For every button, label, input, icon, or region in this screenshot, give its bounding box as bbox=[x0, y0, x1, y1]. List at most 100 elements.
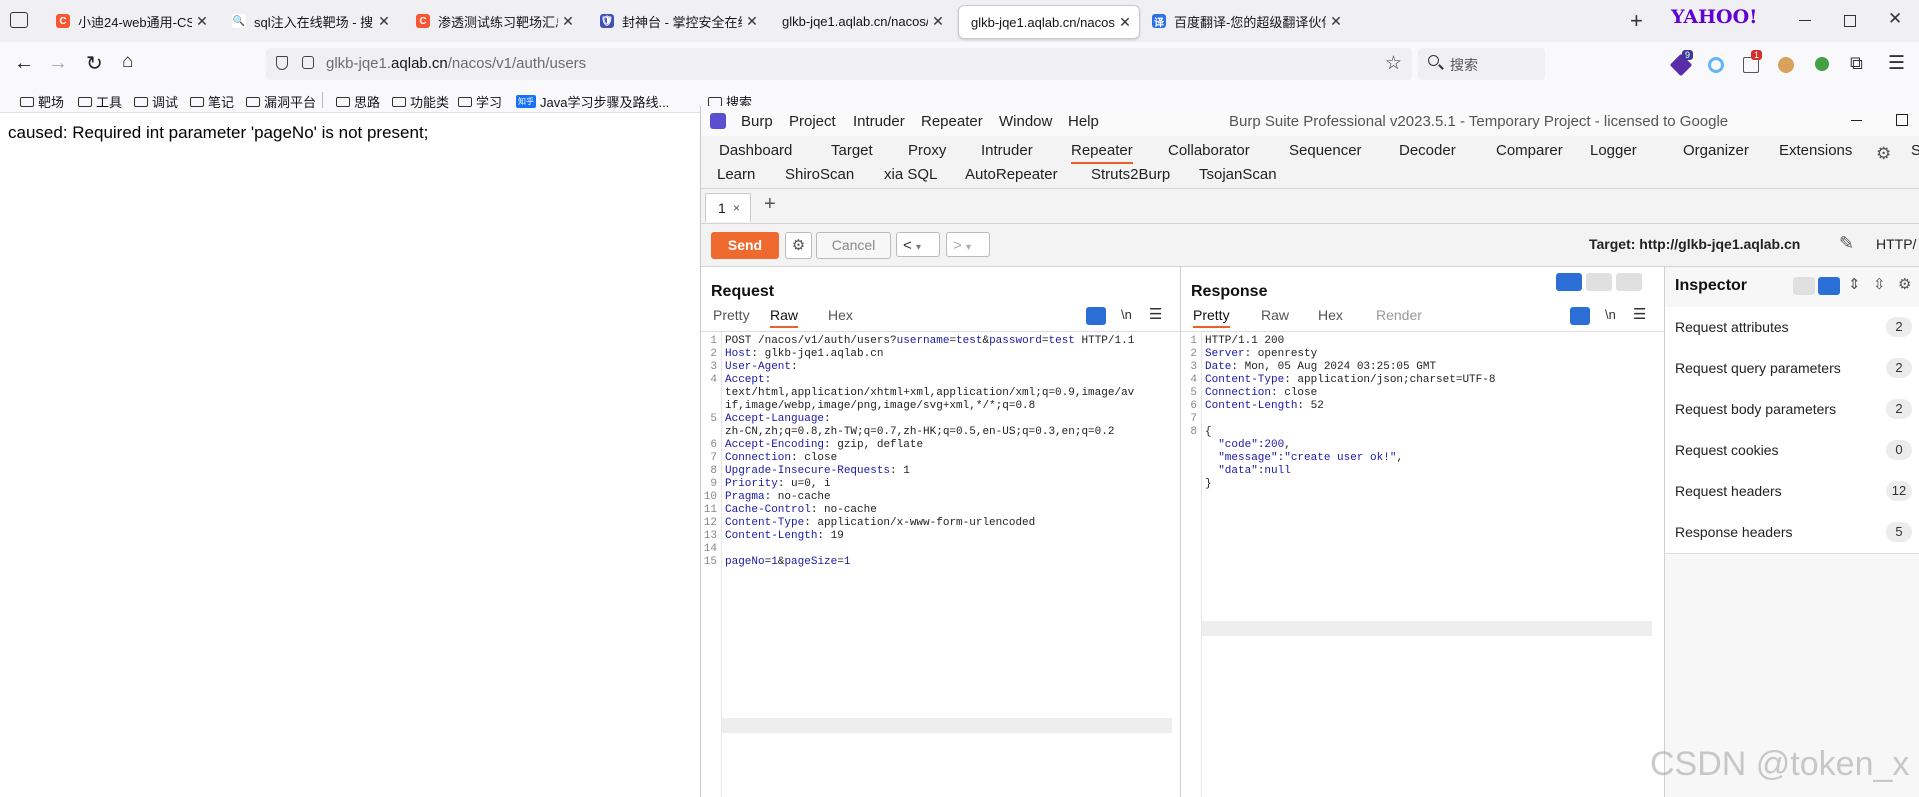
new-tab-icon[interactable]: + bbox=[1630, 8, 1643, 34]
home-icon[interactable]: ⌂ bbox=[122, 51, 133, 73]
bookmark-item[interactable]: 调试 bbox=[134, 92, 178, 111]
subtab-raw[interactable]: Raw bbox=[770, 307, 799, 328]
url-bar[interactable]: glkb-jqe1.aqlab.cn/nacos/v1/auth/users ☆ bbox=[266, 48, 1412, 80]
inspector-row[interactable]: Request headers 12 bbox=[1665, 471, 1919, 513]
url-text[interactable]: glkb-jqe1.aqlab.cn/nacos/v1/auth/users bbox=[326, 55, 586, 72]
cancel-button[interactable]: Cancel bbox=[816, 232, 891, 259]
subtab-pretty[interactable]: Pretty bbox=[1193, 307, 1230, 328]
burp-menu-intruder[interactable]: Intruder bbox=[853, 113, 905, 130]
settings-gear-icon[interactable]: ⚙ bbox=[1876, 144, 1891, 164]
inspector-row[interactable]: Response headers 5 bbox=[1665, 512, 1919, 554]
subtab-hex[interactable]: Hex bbox=[1318, 307, 1343, 323]
yahoo-logo[interactable]: YAHOO! bbox=[1671, 6, 1757, 28]
tool-tab-sequencer[interactable]: Sequencer bbox=[1289, 142, 1362, 159]
tool-tab-autorepeater[interactable]: AutoRepeater bbox=[965, 166, 1058, 183]
inspector-layout-icon-1[interactable] bbox=[1793, 277, 1815, 295]
request-newline-toggle[interactable]: \n bbox=[1121, 307, 1132, 322]
inspector-row[interactable]: Request query parameters 2 bbox=[1665, 348, 1919, 390]
tool-tab-extensions[interactable]: Extensions bbox=[1779, 142, 1852, 159]
subtab-render[interactable]: Render bbox=[1376, 307, 1422, 323]
burp-menu-repeater[interactable]: Repeater bbox=[921, 113, 983, 130]
tool-tab-organizer[interactable]: Organizer bbox=[1683, 142, 1749, 159]
layout-split-horizontal-icon[interactable] bbox=[1556, 273, 1582, 291]
burp-menu-burp[interactable]: Burp bbox=[741, 113, 773, 130]
tool-tab-target[interactable]: Target bbox=[831, 142, 873, 159]
burp-menu-project[interactable]: Project bbox=[789, 113, 836, 130]
inspector-row[interactable]: Request body parameters 2 bbox=[1665, 389, 1919, 431]
edit-target-pencil-icon[interactable]: ✎ bbox=[1839, 233, 1854, 254]
subtab-hex[interactable]: Hex bbox=[828, 307, 853, 323]
tool-tab-proxy[interactable]: Proxy bbox=[908, 142, 946, 159]
bookmark-item[interactable]: 笔记 bbox=[190, 92, 234, 111]
close-window-icon[interactable]: ✕ bbox=[1888, 9, 1902, 29]
tool-tab-logger[interactable]: Logger bbox=[1590, 142, 1637, 159]
extension-icon-circle[interactable] bbox=[1708, 57, 1724, 73]
history-back-dropdown-icon[interactable]: ▾ bbox=[916, 242, 921, 253]
request-menu-icon[interactable]: ☰ bbox=[1149, 305, 1162, 323]
bookmark-item[interactable]: 学习 bbox=[458, 92, 502, 111]
tool-tab-dashboard[interactable]: Dashboard bbox=[719, 142, 792, 159]
tab-close-icon[interactable]: ✕ bbox=[1115, 14, 1135, 31]
bookmark-item[interactable]: 工具 bbox=[78, 92, 122, 111]
tab-close-icon[interactable]: ✕ bbox=[558, 13, 578, 30]
inspector-layout-icon-2[interactable] bbox=[1818, 277, 1840, 295]
browser-tab[interactable]: glkb-jqe1.aqlab.cn/nacos/v1/aut✕ bbox=[770, 5, 952, 37]
inspector-settings-icon[interactable]: ⚙ bbox=[1898, 275, 1911, 293]
tab-overview-icon[interactable] bbox=[10, 12, 28, 28]
tab-close-icon[interactable]: ✕ bbox=[1326, 13, 1346, 30]
browser-tab[interactable]: 🔍 sql注入在线靶场 - 搜索 ✕ bbox=[220, 5, 398, 37]
burp-menu-help[interactable]: Help bbox=[1068, 113, 1099, 130]
bookmark-item[interactable]: 知乎 Java学习步骤及路线... bbox=[516, 92, 669, 111]
reload-icon[interactable]: ↻ bbox=[86, 51, 103, 76]
send-settings-gear-icon[interactable]: ⚙ bbox=[785, 232, 812, 259]
tool-tab-se[interactable]: Se bbox=[1911, 142, 1919, 159]
browser-tab[interactable]: C 渗透测试练习靶场汇总_在线靶✕ bbox=[404, 5, 582, 37]
request-wrap-toggle-icon[interactable] bbox=[1086, 307, 1106, 325]
burp-maximize-icon[interactable] bbox=[1896, 114, 1908, 126]
repeater-tab-1[interactable]: 1 × bbox=[705, 193, 751, 222]
bookmark-item[interactable]: 靶场 bbox=[20, 92, 64, 111]
browser-tab[interactable]: 🛡 封神台 - 掌控安全在线攻防演✕ bbox=[588, 5, 766, 37]
burp-menu-window[interactable]: Window bbox=[999, 113, 1052, 130]
send-button[interactable]: Send bbox=[711, 232, 779, 259]
back-icon[interactable]: ← bbox=[14, 52, 34, 75]
layout-split-vertical-icon[interactable] bbox=[1586, 273, 1612, 291]
tool-tab-repeater[interactable]: Repeater bbox=[1071, 142, 1133, 164]
tool-tab-tsojanscan[interactable]: TsojanScan bbox=[1199, 166, 1277, 183]
history-forward-button[interactable]: > ▾ bbox=[946, 232, 990, 257]
subtab-pretty[interactable]: Pretty bbox=[713, 307, 750, 323]
search-box[interactable]: 搜索 bbox=[1418, 48, 1545, 80]
tool-tab-shiroscan[interactable]: ShiroScan bbox=[785, 166, 854, 183]
response-wrap-toggle-icon[interactable] bbox=[1570, 307, 1590, 325]
bookmark-item[interactable]: 功能类 bbox=[392, 92, 449, 111]
bookmark-star-icon[interactable]: ☆ bbox=[1385, 52, 1402, 75]
extensions-puzzle-icon[interactable]: ⧉ bbox=[1850, 53, 1863, 74]
response-newline-toggle[interactable]: \n bbox=[1605, 307, 1616, 322]
response-menu-icon[interactable]: ☰ bbox=[1633, 305, 1646, 323]
extension-icon-green[interactable] bbox=[1815, 57, 1829, 71]
add-repeater-tab-icon[interactable]: + bbox=[764, 193, 776, 216]
burp-minimize-icon[interactable] bbox=[1851, 120, 1862, 121]
browser-tab[interactable]: glkb-jqe1.aqlab.cn/nacos/v1/aut✕ bbox=[958, 5, 1140, 39]
inspector-collapse-icon[interactable]: ⇳ bbox=[1873, 275, 1886, 293]
forward-icon[interactable]: → bbox=[48, 52, 68, 75]
bookmark-item[interactable]: 漏洞平台 bbox=[246, 92, 316, 111]
browser-tab[interactable]: 译百度翻译-您的超级翻译伙伴（文✕ bbox=[1140, 5, 1350, 37]
tool-tab-intruder[interactable]: Intruder bbox=[981, 142, 1033, 159]
tab-close-icon[interactable]: ✕ bbox=[374, 13, 394, 30]
browser-tab[interactable]: C 小迪24-web通用-CSDN博客✕ bbox=[44, 5, 216, 37]
minimize-icon[interactable] bbox=[1799, 20, 1811, 21]
restore-icon[interactable] bbox=[1844, 15, 1856, 27]
inspector-row[interactable]: Request attributes 2 bbox=[1665, 307, 1919, 349]
shield-icon[interactable] bbox=[276, 56, 288, 70]
bookmark-item[interactable]: 思路 bbox=[336, 92, 380, 111]
layout-tabs-icon[interactable] bbox=[1616, 273, 1642, 291]
tool-tab-struts2burp[interactable]: Struts2Burp bbox=[1091, 166, 1170, 183]
cookie-icon[interactable] bbox=[1778, 57, 1794, 73]
insecure-lock-icon[interactable] bbox=[302, 56, 314, 69]
history-back-button[interactable]: < ▾ bbox=[896, 232, 940, 257]
tool-tab-decoder[interactable]: Decoder bbox=[1399, 142, 1456, 159]
tab-close-icon[interactable]: ✕ bbox=[192, 13, 212, 30]
tab-close-icon[interactable]: ✕ bbox=[742, 13, 762, 30]
tool-tab-xia-sql[interactable]: xia SQL bbox=[884, 166, 937, 183]
